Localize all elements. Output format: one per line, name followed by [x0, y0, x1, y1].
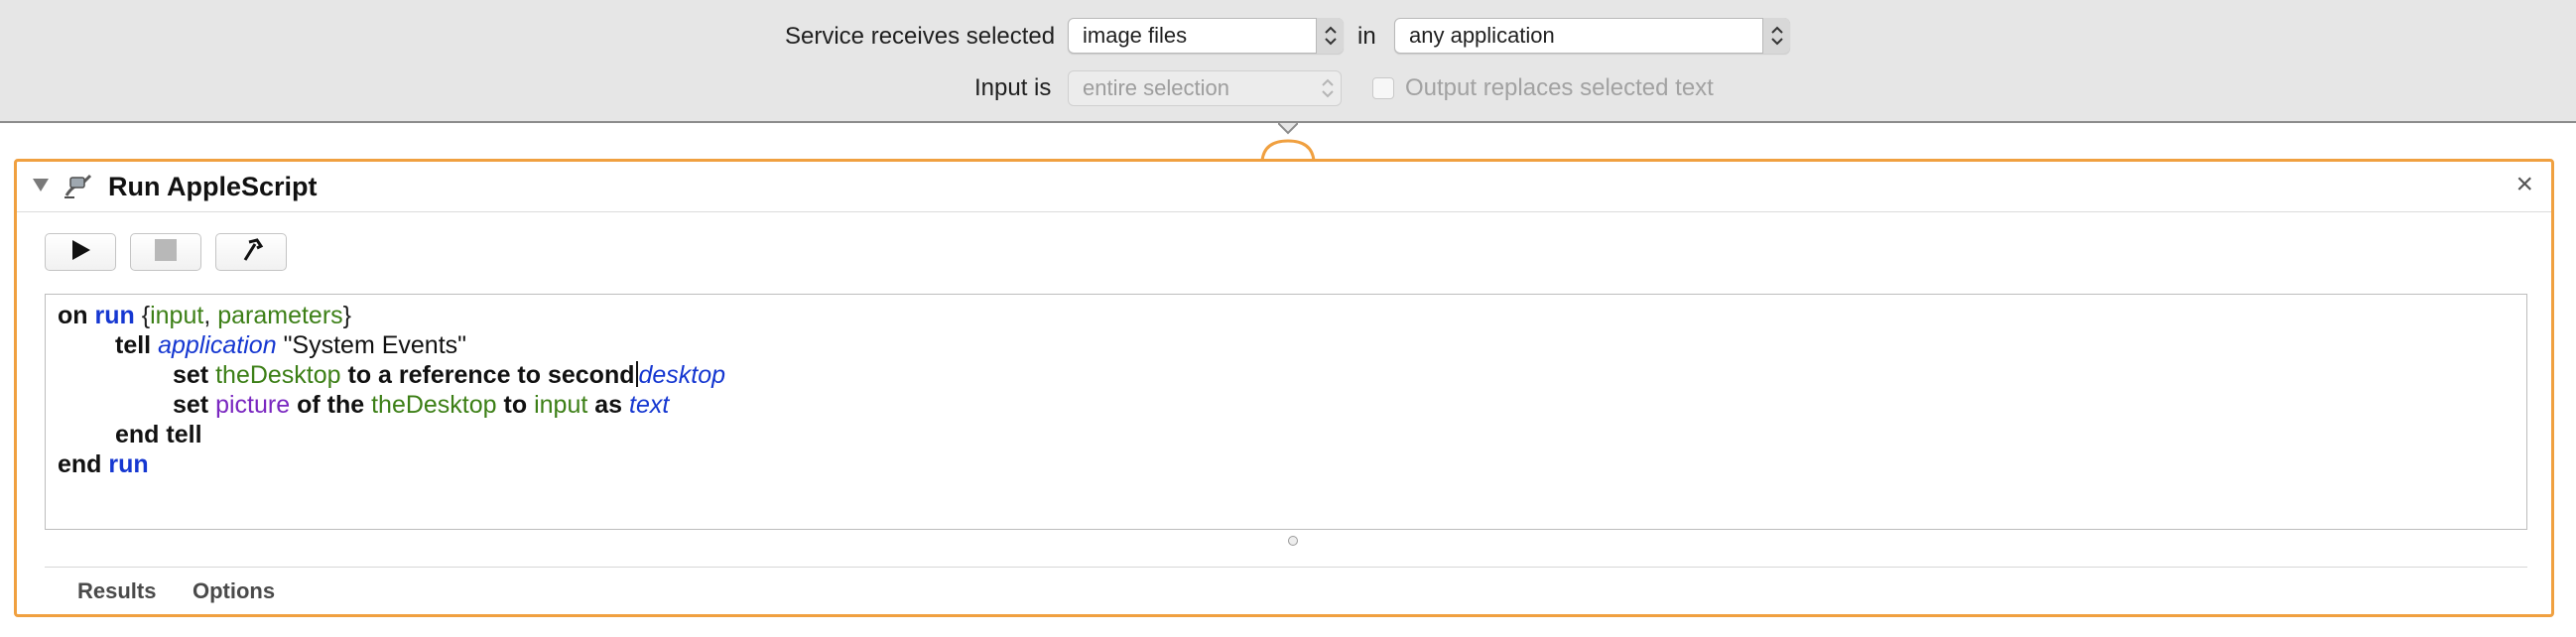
in-label: in — [1357, 23, 1376, 50]
run-applescript-action: Run AppleScript × on run {input, paramet… — [14, 159, 2554, 617]
action-title-bar: Run AppleScript × — [17, 162, 2551, 212]
text-caret — [635, 361, 638, 387]
code-line: on run {input, parameters} — [58, 302, 352, 329]
code-line: tell application "System Events" — [115, 331, 467, 359]
output-replaces-checkbox[interactable] — [1372, 77, 1394, 99]
disclosure-triangle-icon[interactable] — [31, 176, 51, 195]
code-line: end tell — [115, 421, 202, 448]
application-popup[interactable]: any application — [1394, 18, 1790, 54]
input-type-value: image files — [1083, 23, 1188, 48]
stop-icon — [153, 237, 179, 268]
application-value: any application — [1409, 23, 1555, 48]
play-icon — [67, 237, 93, 268]
updown-chevron-icon — [1762, 18, 1790, 54]
code-line: set theDesktop to a reference to second d… — [173, 361, 726, 389]
stop-button[interactable] — [130, 233, 201, 271]
divider — [45, 567, 2527, 568]
input-type-popup[interactable]: image files — [1068, 18, 1344, 54]
input-is-popup[interactable]: entire selection — [1068, 70, 1342, 106]
code-line: end run — [58, 450, 149, 478]
resize-handle[interactable] — [1288, 536, 1298, 546]
compile-button[interactable] — [215, 233, 287, 271]
close-icon[interactable]: × — [2515, 170, 2533, 199]
output-replaces-label: Output replaces selected text — [1405, 74, 1714, 101]
input-is-value: entire selection — [1083, 75, 1229, 100]
code-line: set picture of the theDesktop to input a… — [173, 391, 670, 419]
service-receives-label: Service receives selected — [785, 23, 1056, 50]
tab-results[interactable]: Results — [77, 578, 156, 604]
applescript-icon — [63, 170, 96, 201]
service-settings-bar: Service receives selected image files in… — [0, 0, 2576, 123]
tab-options[interactable]: Options — [193, 578, 275, 604]
updown-chevron-icon — [1316, 18, 1344, 54]
run-button[interactable] — [45, 233, 116, 271]
hammer-icon — [237, 236, 265, 269]
input-is-label: Input is — [974, 74, 1052, 101]
script-editor[interactable]: on run {input, parameters} tell applicat… — [45, 294, 2527, 530]
updown-chevron-icon — [1314, 70, 1342, 106]
action-title: Run AppleScript — [108, 172, 318, 201]
